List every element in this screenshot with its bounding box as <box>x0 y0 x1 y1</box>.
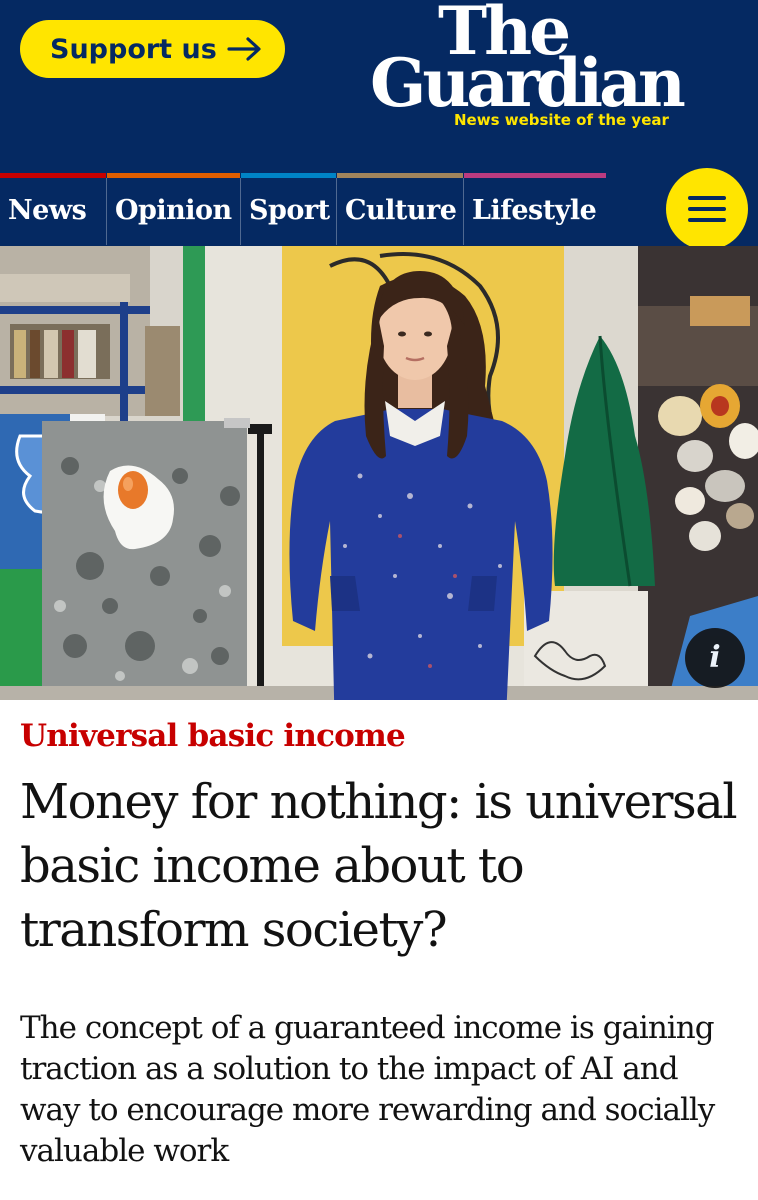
nav-item-sport[interactable]: Sport <box>241 173 336 245</box>
arrow-right-icon <box>227 36 263 62</box>
support-us-label: Support us <box>50 33 217 65</box>
article-headline: Money for nothing: is universal basic in… <box>20 774 738 958</box>
nav-item-lifestyle[interactable]: Lifestyle <box>464 173 606 245</box>
tagline: News website of the year <box>454 111 669 129</box>
article-kicker[interactable]: Universal basic income <box>20 718 406 754</box>
article-standfirst: The concept of a guaranteed income is ga… <box>20 1010 715 1169</box>
nav-item-label: Lifestyle <box>472 195 597 226</box>
menu-button[interactable] <box>666 168 748 250</box>
nav-item-label: Sport <box>249 195 330 226</box>
hamburger-icon <box>688 207 726 211</box>
studio-portrait-illustration <box>0 246 758 700</box>
support-us-button[interactable]: Support us <box>20 20 285 78</box>
hero-image <box>0 246 758 700</box>
info-icon[interactable]: i <box>685 628 745 688</box>
nav-item-opinion[interactable]: Opinion <box>107 173 240 245</box>
nav-item-label: Opinion <box>115 195 232 226</box>
nav-item-news[interactable]: News <box>0 173 106 245</box>
nav-item-label: News <box>8 195 87 226</box>
nav-item-label: Culture <box>345 195 457 226</box>
nav-item-culture[interactable]: Culture <box>337 173 463 245</box>
masthead: Support us The Guardian News website of … <box>0 0 758 173</box>
section-nav: News Opinion Sport Culture Lifestyle <box>0 173 758 246</box>
hamburger-icon <box>688 196 726 200</box>
logo-guardian: Guardian <box>370 44 686 122</box>
hamburger-icon <box>688 218 726 222</box>
